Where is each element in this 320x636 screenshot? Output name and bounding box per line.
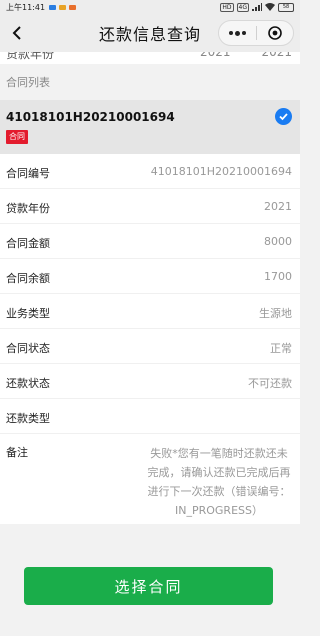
detail-row-contract-balance: 合同余额 1700 bbox=[0, 259, 300, 294]
selected-check-icon bbox=[275, 108, 292, 125]
detail-row-repayment-type: 还款类型 bbox=[0, 399, 300, 434]
note-text: 失败*您有一笔随时还款还未完成，请确认还款已完成后再进行下一次还款（错误编号：I… bbox=[147, 447, 291, 517]
scrolled-row: 贷款年份 2021 2021 bbox=[0, 52, 300, 64]
bottom-action-area: 选择合同 bbox=[0, 524, 300, 636]
back-icon bbox=[12, 26, 21, 40]
battery-icon: 58 bbox=[278, 2, 294, 12]
detail-value: 不可还款 bbox=[248, 377, 292, 390]
detail-row-contract-status: 合同状态 正常 bbox=[0, 329, 300, 364]
scrolled-row-value: 2021 bbox=[200, 52, 231, 59]
notification-icon bbox=[59, 4, 67, 10]
detail-label: 贷款年份 bbox=[6, 202, 50, 215]
detail-row-contract-amount: 合同金额 8000 bbox=[0, 224, 300, 259]
back-button[interactable] bbox=[6, 22, 28, 44]
notification-icon bbox=[49, 4, 57, 10]
detail-label: 合同状态 bbox=[6, 342, 50, 355]
detail-label: 备注 bbox=[6, 446, 28, 459]
detail-label: 业务类型 bbox=[6, 307, 50, 320]
mini-program-capsule bbox=[218, 20, 294, 46]
detail-label: 还款类型 bbox=[6, 412, 50, 425]
page-title: 还款信息查询 bbox=[98, 25, 201, 44]
more-dots-icon bbox=[228, 30, 246, 36]
detail-value: 正常 bbox=[270, 342, 292, 355]
status-time: 上午11:41 bbox=[6, 2, 46, 12]
scrolled-row-label: 贷款年份 bbox=[6, 52, 55, 61]
detail-value: 1700 bbox=[264, 270, 292, 283]
status-bar: 上午11:41 HD 4G 58 bbox=[0, 0, 300, 14]
detail-row-repayment-status: 还款状态 不可还款 bbox=[0, 364, 300, 399]
detail-value: 2021 bbox=[264, 200, 292, 213]
signal-icon bbox=[252, 3, 262, 11]
status-notification-icons bbox=[49, 4, 77, 10]
contract-list-item[interactable]: 41018101H20210001694 合同 bbox=[0, 100, 300, 154]
wifi-icon bbox=[265, 3, 275, 11]
hd-icon: HD bbox=[220, 2, 234, 12]
detail-label: 合同编号 bbox=[6, 167, 50, 180]
section-header: 合同列表 bbox=[0, 64, 300, 100]
detail-value: 41018101H20210001694 bbox=[150, 165, 292, 178]
nav-bar: 还款信息查询 bbox=[0, 14, 300, 52]
contract-details: 合同编号 41018101H20210001694 贷款年份 2021 合同金额… bbox=[0, 154, 300, 524]
detail-row-business-type: 业务类型 生源地 bbox=[0, 294, 300, 329]
close-button[interactable] bbox=[257, 21, 294, 45]
detail-label: 合同金额 bbox=[6, 237, 50, 250]
detail-row-loan-year: 贷款年份 2021 bbox=[0, 189, 300, 224]
detail-row-note: 备注 失败*您有一笔随时还款还未完成，请确认还款已完成后再进行下一次还款（错误编… bbox=[0, 434, 300, 524]
scrolled-row-value: 2021 bbox=[261, 52, 292, 59]
notification-icon bbox=[69, 4, 77, 10]
contract-number: 41018101H20210001694 bbox=[6, 110, 175, 124]
contract-tag-badge: 合同 bbox=[6, 130, 28, 144]
detail-value: 生源地 bbox=[259, 307, 292, 320]
status-system-icons: HD 4G 58 bbox=[220, 2, 294, 12]
detail-row-contract-no: 合同编号 41018101H20210001694 bbox=[0, 154, 300, 189]
detail-label: 合同余额 bbox=[6, 272, 50, 285]
more-button[interactable] bbox=[219, 21, 256, 45]
network-icon: 4G bbox=[236, 2, 249, 12]
detail-label: 还款状态 bbox=[6, 377, 50, 390]
select-contract-button[interactable]: 选择合同 bbox=[24, 567, 273, 605]
detail-value: 8000 bbox=[264, 235, 292, 248]
close-circle-icon bbox=[267, 26, 282, 40]
